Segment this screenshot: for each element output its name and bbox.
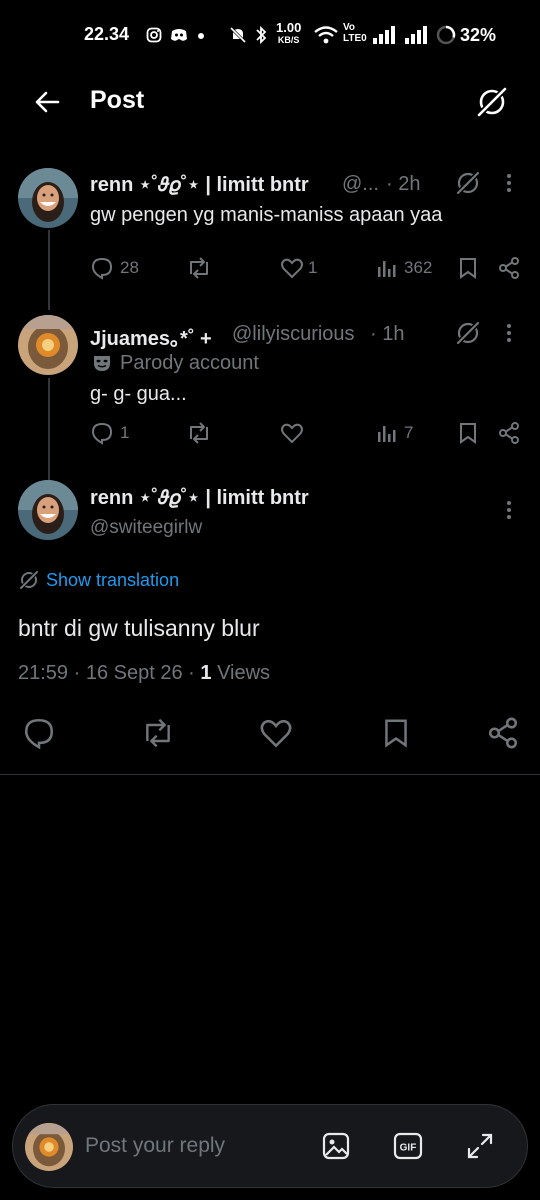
author-handle[interactable]: @switeegirlw [90,517,202,539]
reply-icon[interactable] [90,421,114,445]
avatar[interactable] [18,315,78,375]
post-text: bntr di gw tulisanny blur [18,615,260,641]
divider [0,774,540,775]
tweet-time: · 1h [370,323,405,345]
volte-indicator: Vo LTE0 [343,22,367,44]
page-title: Post [90,86,145,114]
reply-icon[interactable] [22,716,56,750]
status-bar: 22.34 1.00 KB/S Vo LTE0 32% [0,0,540,72]
bookmark-icon[interactable] [457,256,479,280]
grok-icon [19,570,39,590]
parody-label: Parody account [120,352,259,374]
show-translation-label: Show translation [46,569,180,590]
tweet-time: · 2h [386,173,421,195]
show-translation-link[interactable]: Show translation [18,569,179,591]
main-post: renn ⋆˚𝜗𝜚˚⋆ | limitt bntr @switeegirlw S… [0,465,540,775]
lte-label: LTE0 [343,33,367,44]
views-label[interactable]: Views [217,662,270,684]
parody-mask-icon [94,356,110,371]
tweet-text: g- g- gua... [90,383,187,405]
mute-bell-icon [229,26,247,44]
author-handle[interactable]: @... [342,173,379,196]
volte-label: Vo [343,22,356,33]
like-icon[interactable] [280,256,304,280]
post-date: · 16 Sept 26 · [73,662,195,684]
net-speed: 1.00 KB/S [276,20,302,46]
battery-ring-icon [436,25,456,45]
reply-icon[interactable] [90,256,114,280]
expand-icon[interactable] [465,1131,495,1161]
bookmark-icon[interactable] [381,716,411,750]
tweet-item[interactable]: Jjuames｡*˚ + @lilyiscurious · 1h Parody … [0,300,540,465]
share-icon[interactable] [497,421,521,445]
like-count: 1 [308,258,318,277]
views-icon[interactable] [376,257,398,279]
post-meta: 21:59 · 16 Sept 26 · 1 Views [18,662,270,685]
views-count: 362 [404,258,433,277]
like-icon[interactable] [280,421,304,445]
notification-dot [198,33,204,39]
bookmark-icon[interactable] [457,421,479,445]
signal-icon-2 [405,26,427,44]
author-handle[interactable]: @lilyiscurious [232,323,355,346]
status-time: 22.34 [84,24,130,44]
grok-icon[interactable] [454,169,482,197]
author-name[interactable]: renn ⋆˚𝜗𝜚˚⋆ | limitt bntr [90,485,309,510]
gif-icon[interactable]: GIF [393,1131,423,1161]
bluetooth-icon [256,25,267,45]
grok-icon[interactable] [474,84,510,120]
reply-count: 28 [120,258,139,277]
avatar[interactable] [18,480,78,540]
more-options-icon[interactable] [502,322,516,344]
wifi-icon [314,26,338,44]
grok-icon[interactable] [454,319,482,347]
share-icon[interactable] [497,256,521,280]
reply-count: 1 [120,423,130,442]
instagram-icon [146,27,162,43]
retweet-icon[interactable] [140,717,176,749]
like-icon[interactable] [259,716,293,750]
share-icon[interactable] [486,716,520,750]
discord-icon [171,29,187,41]
net-speed-value: 1.00 [276,20,302,35]
avatar [25,1123,73,1171]
net-speed-unit: KB/S [277,35,300,45]
avatar[interactable] [18,168,78,228]
image-icon[interactable] [321,1131,351,1161]
post-time: 21:59 [18,662,69,684]
signal-icon-1 [373,26,395,44]
svg-text:GIF: GIF [400,1143,417,1154]
views-count[interactable]: 1 [200,662,211,684]
views-count: 7 [404,423,414,442]
retweet-icon[interactable] [186,421,212,445]
views-icon[interactable] [376,422,398,444]
author-name[interactable]: Jjuames｡*˚ + [90,322,212,351]
author-name[interactable]: renn ⋆˚𝜗𝜚˚⋆ | limitt bntr [90,172,309,197]
reply-input[interactable]: Post your reply [85,1134,225,1158]
tweet-item[interactable]: renn ⋆˚𝜗𝜚˚⋆ | limitt bntr @... · 2h gw p… [0,150,540,300]
back-arrow-icon[interactable] [32,87,62,117]
retweet-icon[interactable] [186,256,212,280]
tweet-text: gw pengen yg manis-maniss apaan yaa [90,204,443,226]
more-options-icon[interactable] [502,172,516,194]
more-options-icon[interactable] [502,499,516,521]
battery-percent: 32% [460,25,497,45]
reply-composer[interactable]: Post your reply GIF [12,1104,528,1188]
